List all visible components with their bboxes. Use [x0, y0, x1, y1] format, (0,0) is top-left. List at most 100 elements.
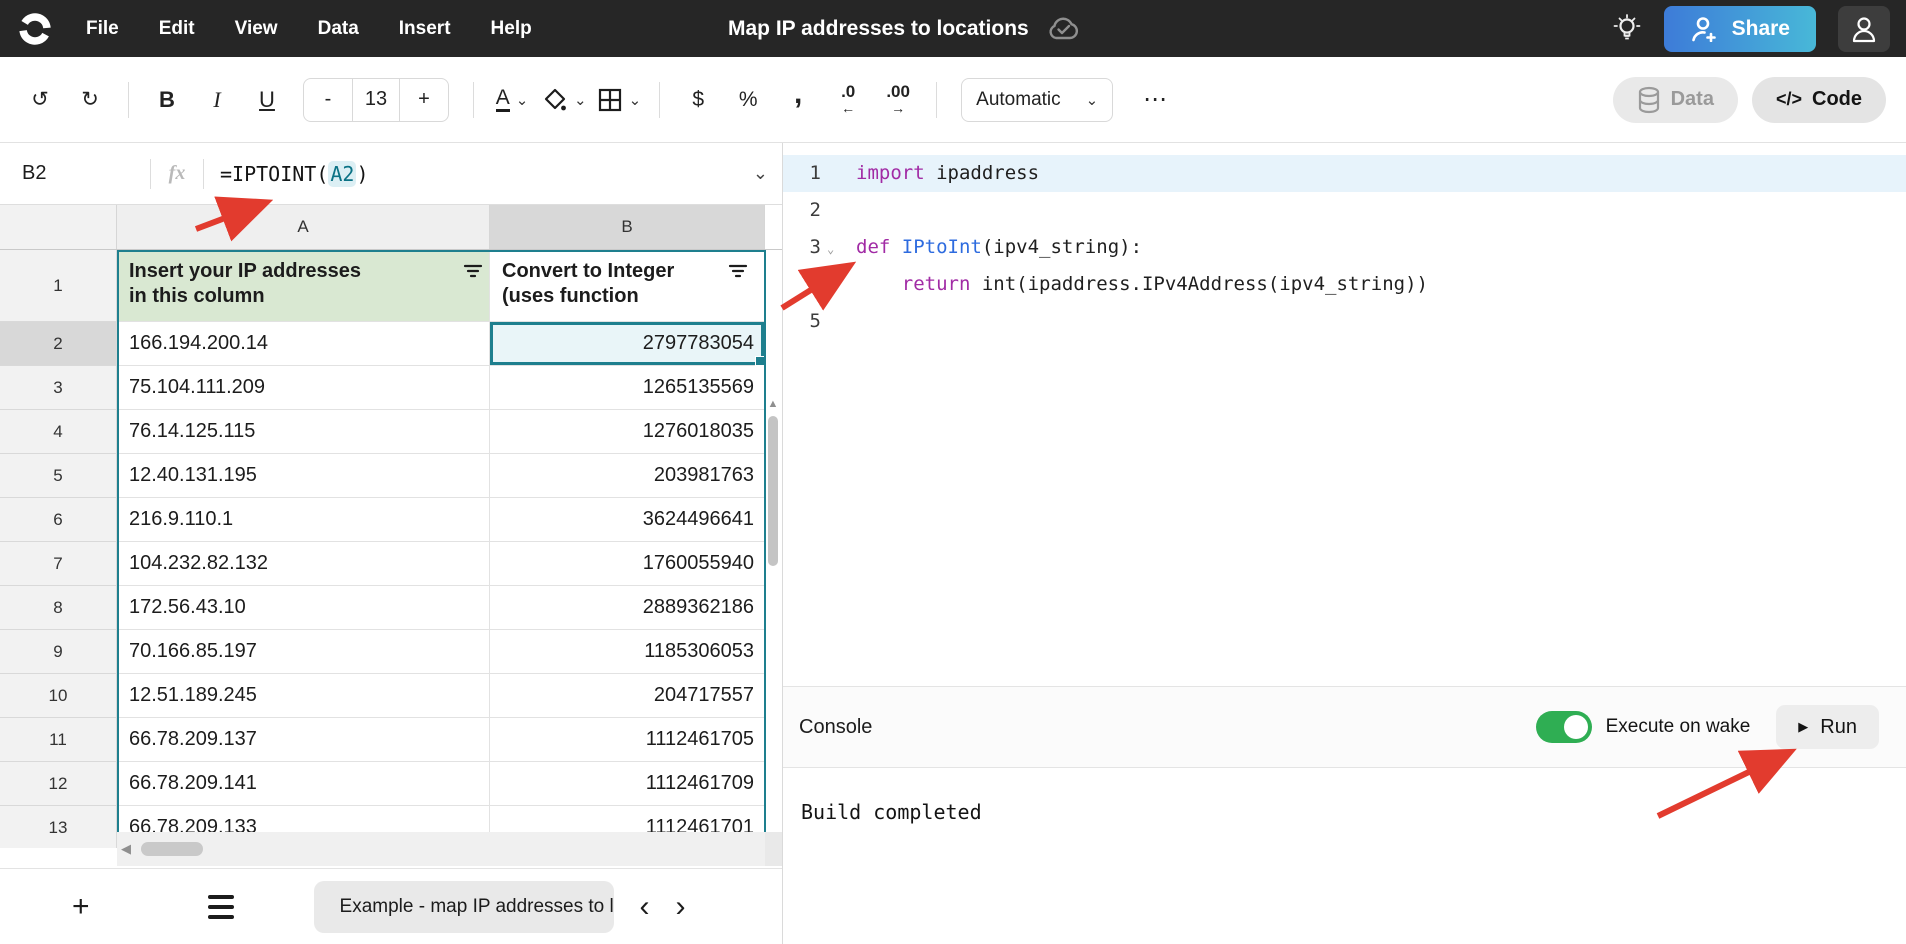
code-line[interactable]: 1import ipaddress: [783, 155, 1906, 192]
code-text: return int(ipaddress.IPv4Address(ipv4_st…: [856, 273, 1428, 295]
cell-int[interactable]: 1112461705: [490, 718, 765, 762]
vertical-scrollbar-thumb[interactable]: [768, 416, 778, 566]
increase-decimal-button[interactable]: .00→: [878, 78, 918, 122]
borders-button[interactable]: ⌄: [597, 78, 642, 122]
cell-int[interactable]: 3624496641: [490, 498, 765, 542]
grid-rows: 2166.194.200.142797783054 375.104.111.209…: [0, 322, 782, 848]
thousands-separator-button[interactable]: ,: [778, 78, 818, 122]
share-button[interactable]: Share: [1664, 6, 1816, 52]
menu-file[interactable]: File: [86, 18, 119, 40]
row-header[interactable]: 1: [0, 250, 117, 322]
tips-lightbulb-icon[interactable]: [1612, 13, 1642, 45]
cell-int[interactable]: 1276018035: [490, 410, 765, 454]
font-size-increase-button[interactable]: +: [400, 79, 448, 121]
number-format-select[interactable]: Automatic ⌄: [961, 78, 1113, 122]
bold-button[interactable]: B: [147, 78, 187, 122]
all-sheets-menu-button[interactable]: [208, 895, 234, 919]
row-header[interactable]: 7: [0, 542, 117, 586]
cell-int[interactable]: 1265135569: [490, 366, 765, 410]
font-size-decrease-button[interactable]: -: [304, 79, 352, 121]
cell-ip[interactable]: 216.9.110.1: [117, 498, 490, 542]
prev-sheet-button[interactable]: ‹: [640, 892, 650, 922]
filter-icon[interactable]: [463, 263, 483, 309]
cell-ip[interactable]: 70.166.85.197: [117, 630, 490, 674]
cell-int[interactable]: 1112461709: [490, 762, 765, 806]
add-sheet-button[interactable]: +: [72, 890, 90, 924]
code-line[interactable]: 4 return int(ipaddress.IPv4Address(ipv4_…: [783, 266, 1906, 303]
row-header[interactable]: 10: [0, 674, 117, 718]
table-row: 476.14.125.1151276018035: [0, 410, 782, 454]
cell-ip[interactable]: 12.51.189.245: [117, 674, 490, 718]
underline-button[interactable]: U: [247, 78, 287, 122]
row-header[interactable]: 8: [0, 586, 117, 630]
column-header-a[interactable]: A: [117, 205, 490, 249]
cell-ip[interactable]: 66.78.209.137: [117, 718, 490, 762]
cell-ip[interactable]: 12.40.131.195: [117, 454, 490, 498]
code-panel-button[interactable]: </> Code: [1752, 77, 1886, 123]
name-box[interactable]: B2: [0, 162, 150, 185]
fill-color-button[interactable]: ⌄: [542, 78, 587, 122]
percent-format-button[interactable]: %: [728, 78, 768, 122]
row-header[interactable]: 11: [0, 718, 117, 762]
run-button[interactable]: ▶ Run: [1776, 705, 1879, 749]
row-header[interactable]: 3: [0, 366, 117, 410]
app-logo-icon[interactable]: [18, 12, 52, 46]
row-header[interactable]: 5: [0, 454, 117, 498]
row-header[interactable]: 9: [0, 630, 117, 674]
menu-help[interactable]: Help: [491, 18, 532, 40]
cell-ip[interactable]: 76.14.125.115: [117, 410, 490, 454]
fill-handle[interactable]: [755, 356, 765, 366]
code-line[interactable]: 2: [783, 192, 1906, 229]
row-header[interactable]: 2: [0, 322, 117, 366]
row-header[interactable]: 6: [0, 498, 117, 542]
fold-chevron-icon[interactable]: ⌄: [827, 231, 834, 268]
redo-button[interactable]: ↻: [70, 78, 110, 122]
data-panel-button[interactable]: Data: [1613, 77, 1738, 123]
currency-format-button[interactable]: $: [678, 78, 718, 122]
menu-data[interactable]: Data: [318, 18, 359, 40]
cell-ip[interactable]: 75.104.111.209: [117, 366, 490, 410]
formula-bar-expand-button[interactable]: ⌄: [753, 163, 768, 184]
cell-ip[interactable]: 104.232.82.132: [117, 542, 490, 586]
page-title[interactable]: Map IP addresses to locations: [728, 17, 1029, 41]
row-header[interactable]: 12: [0, 762, 117, 806]
cell-ip[interactable]: 166.194.200.14: [117, 322, 490, 366]
cell-int[interactable]: 2797783054: [490, 322, 765, 366]
cell-ip[interactable]: 172.56.43.10: [117, 586, 490, 630]
cell-int[interactable]: 204717557: [490, 674, 765, 718]
row-header[interactable]: 4: [0, 410, 117, 454]
text-color-button[interactable]: A ⌄: [492, 78, 532, 122]
scroll-left-icon[interactable]: ◀: [121, 841, 131, 857]
code-line[interactable]: 5: [783, 303, 1906, 340]
horizontal-scrollbar-thumb[interactable]: [141, 842, 203, 856]
cell-int[interactable]: 203981763: [490, 454, 765, 498]
more-options-button[interactable]: ⋯: [1143, 85, 1169, 114]
select-all-corner[interactable]: [0, 205, 117, 249]
cell-int[interactable]: 1760055940: [490, 542, 765, 586]
horizontal-scrollbar[interactable]: ◀: [117, 832, 765, 866]
scroll-up-icon[interactable]: ▲: [766, 398, 780, 410]
decrease-decimal-button[interactable]: .0←: [828, 78, 868, 122]
undo-button[interactable]: ↺: [20, 78, 60, 122]
execute-on-wake-toggle[interactable]: [1536, 711, 1592, 743]
cell-int[interactable]: 1185306053: [490, 630, 765, 674]
menu-edit[interactable]: Edit: [159, 18, 195, 40]
cell-a1[interactable]: Insert your IP addresses in this column: [117, 250, 490, 322]
row-header[interactable]: 13: [0, 806, 117, 848]
account-avatar-button[interactable]: [1838, 6, 1890, 52]
italic-button[interactable]: I: [197, 78, 237, 122]
next-sheet-button[interactable]: ›: [676, 892, 686, 922]
formula-input[interactable]: =IPTOINT(A2): [220, 161, 369, 187]
cell-b1[interactable]: Convert to Integer (uses function: [490, 250, 765, 322]
sheet-tab[interactable]: Example - map IP addresses to locations: [314, 881, 614, 933]
code-line[interactable]: 3⌄def IPtoInt(ipv4_string):: [783, 229, 1906, 266]
filter-icon[interactable]: [728, 263, 748, 309]
column-header-b[interactable]: B: [490, 205, 765, 249]
font-size-value[interactable]: 13: [352, 79, 400, 121]
line-number: 1: [783, 155, 821, 192]
cell-int[interactable]: 2889362186: [490, 586, 765, 630]
cell-ip[interactable]: 66.78.209.141: [117, 762, 490, 806]
menu-insert[interactable]: Insert: [399, 18, 451, 40]
code-editor[interactable]: 1import ipaddress23⌄def IPtoInt(ipv4_str…: [783, 143, 1906, 686]
menu-view[interactable]: View: [235, 18, 278, 40]
